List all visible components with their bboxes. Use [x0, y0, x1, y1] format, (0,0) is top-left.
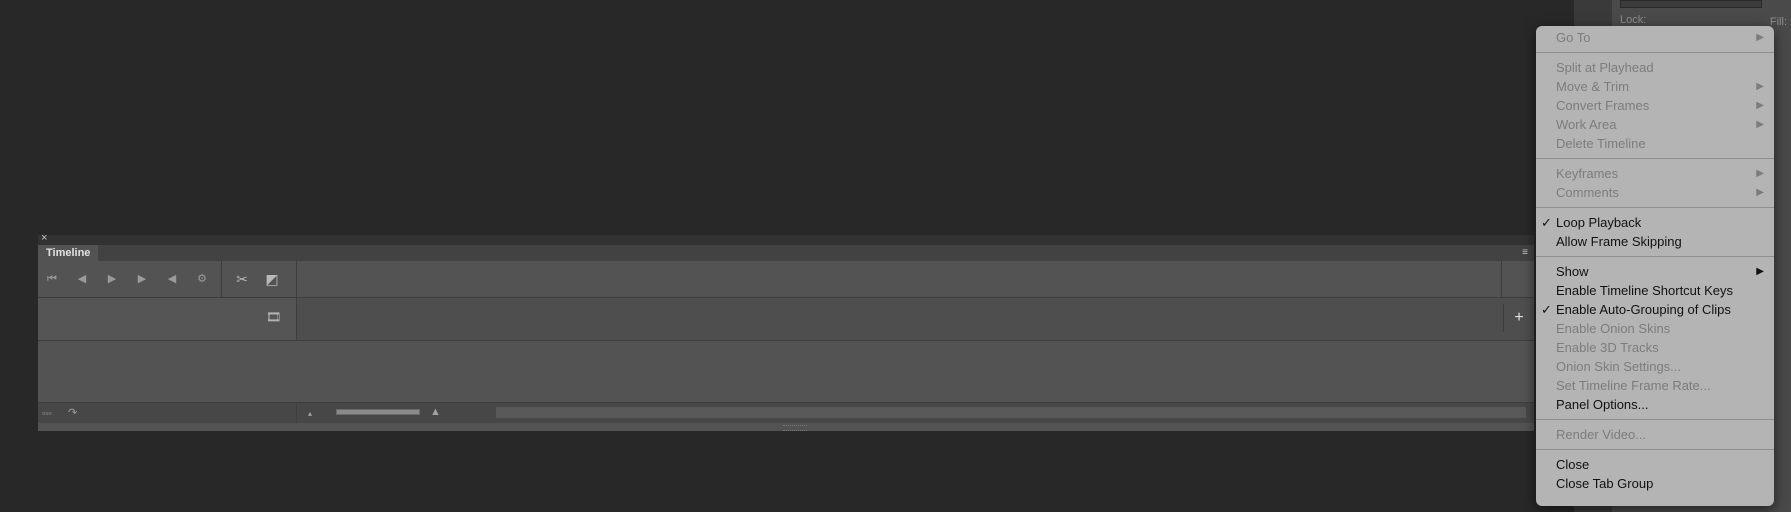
panel-topbar: × — [38, 232, 1534, 245]
menu-item-label: Enable 3D Tracks — [1556, 340, 1659, 355]
timeline-footer: ▫▫▫ ↷ ▴ ▲ — [38, 402, 1534, 423]
submenu-arrow-icon: ▶ — [1756, 100, 1764, 111]
scissors-icon[interactable]: ✂ — [234, 271, 250, 287]
menu-item-label: Close — [1556, 457, 1590, 472]
menu-item-enable-3d-tracks: Enable 3D Tracks — [1536, 338, 1774, 357]
menu-item-label: Delete Timeline — [1556, 136, 1646, 151]
add-media-button[interactable]: + — [1503, 304, 1534, 332]
menu-item-label: Go To — [1556, 30, 1591, 45]
first-frame-icon[interactable]: ⏮ — [44, 271, 60, 287]
checkmark-icon: ✓ — [1541, 302, 1552, 317]
checkmark-icon: ✓ — [1541, 215, 1552, 230]
menu-item-close-tab-group[interactable]: Close Tab Group — [1536, 474, 1774, 493]
lock-row: Lock: — [1620, 14, 1654, 26]
fill-label: Fill: — [1769, 16, 1787, 28]
menu-item-label: Onion Skin Settings... — [1556, 359, 1682, 374]
menu-item-allow-frame-skipping[interactable]: Allow Frame Skipping — [1536, 232, 1774, 251]
menu-item-label: Move & Trim — [1556, 79, 1629, 94]
next-frame-icon[interactable]: ▶ — [134, 271, 150, 287]
horizontal-scrollbar[interactable] — [496, 407, 1526, 418]
menu-item-work-area: Work Area ▶ — [1536, 115, 1774, 134]
menu-item-move-trim: Move & Trim ▶ — [1536, 77, 1774, 96]
lock-label: Lock: — [1620, 14, 1647, 26]
film-icon[interactable]: 🎞 — [266, 310, 281, 324]
menu-item-label: Allow Frame Skipping — [1556, 234, 1682, 249]
menu-item-label: Render Video... — [1556, 427, 1647, 442]
menu-item-loop-playback[interactable]: ✓ Loop Playback — [1536, 213, 1774, 232]
menu-item-keyframes: Keyframes ▶ — [1536, 164, 1774, 183]
menu-item-label: Panel Options... — [1556, 397, 1649, 412]
menu-item-label: Split at Playhead — [1556, 60, 1654, 75]
menu-item-enable-onion-skins: Enable Onion Skins — [1536, 319, 1774, 338]
menu-item-delete-timeline: Delete Timeline — [1536, 134, 1774, 153]
close-icon[interactable]: × — [41, 232, 47, 244]
menu-item-onion-skin-settings: Onion Skin Settings... — [1536, 357, 1774, 376]
menu-separator — [1536, 158, 1774, 159]
menu-item-close[interactable]: Close — [1536, 455, 1774, 474]
menu-item-render-video: Render Video... — [1536, 425, 1774, 444]
menu-item-comments: Comments ▶ — [1536, 183, 1774, 202]
menu-separator — [1536, 256, 1774, 257]
render-icon[interactable]: ↷ — [68, 406, 77, 419]
panel-field[interactable] — [1620, 0, 1762, 8]
menu-separator — [1536, 52, 1774, 53]
zoom-out-icon[interactable]: ▴ — [308, 409, 312, 418]
resize-grip[interactable] — [783, 425, 807, 431]
timeline-context-menu: Go To ▶ Split at Playhead Move & Trim ▶ Conve… — [1536, 26, 1774, 506]
menu-item-split-at-playhead: Split at Playhead — [1536, 58, 1774, 77]
zoom-slider[interactable] — [336, 409, 420, 415]
submenu-arrow-icon: ▶ — [1756, 81, 1764, 92]
audio-icon[interactable]: ◀ — [164, 271, 180, 287]
zoom-slider-thumb[interactable] — [337, 410, 419, 414]
submenu-arrow-icon: ▶ — [1756, 119, 1764, 130]
menu-item-show[interactable]: Show ▶ — [1536, 262, 1774, 281]
play-icon[interactable]: ▶ — [104, 271, 120, 287]
menu-separator — [1536, 449, 1774, 450]
menu-item-label: Keyframes — [1556, 166, 1619, 181]
menu-separator — [1536, 419, 1774, 420]
menu-item-label: Loop Playback — [1556, 215, 1642, 230]
menu-item-label: Convert Frames — [1556, 98, 1650, 113]
menu-item-enable-auto-grouping-of-clips[interactable]: ✓ Enable Auto-Grouping of Clips — [1536, 300, 1774, 319]
menu-item-label: Enable Auto-Grouping of Clips — [1556, 302, 1731, 317]
divider — [296, 261, 297, 297]
divider — [1501, 261, 1502, 297]
track-empty-area — [38, 341, 1534, 401]
submenu-arrow-icon: ▶ — [1756, 187, 1764, 198]
convert-frames-icon[interactable]: ▫▫▫ — [42, 408, 52, 418]
panel-menu-icon[interactable]: ≡ — [1522, 245, 1528, 261]
playback-controls: ⏮ ◀ ▶ ▶ ◀ ⚙ ✂ ◩ — [38, 261, 1534, 298]
timeline-panel: × Timeline ≡ ⏮ ◀ ▶ ▶ ◀ ⚙ ✂ ◩ 🎞 + ▫▫▫ ↷ ▴… — [38, 232, 1534, 431]
menu-item-set-timeline-frame-rate: Set Timeline Frame Rate... — [1536, 376, 1774, 395]
track-content[interactable]: + — [297, 298, 1534, 341]
divider — [296, 403, 297, 423]
zoom-in-icon[interactable]: ▲ — [430, 406, 441, 418]
menu-item-label: Comments — [1556, 185, 1619, 200]
track-header: 🎞 — [38, 298, 297, 341]
menu-item-enable-timeline-shortcut-keys[interactable]: Enable Timeline Shortcut Keys — [1536, 281, 1774, 300]
menu-item-panel-options[interactable]: Panel Options... — [1536, 395, 1774, 414]
menu-item-convert-frames: Convert Frames ▶ — [1536, 96, 1774, 115]
settings-icon[interactable]: ⚙ — [194, 271, 210, 287]
transition-icon[interactable]: ◩ — [264, 271, 280, 287]
tracks-area: 🎞 + — [38, 298, 1534, 408]
submenu-arrow-icon: ▶ — [1756, 168, 1764, 179]
tab-timeline[interactable]: Timeline — [38, 245, 99, 261]
menu-item-label: Set Timeline Frame Rate... — [1556, 378, 1711, 393]
menu-item-label: Work Area — [1556, 117, 1617, 132]
submenu-arrow-icon: ▶ — [1756, 266, 1764, 277]
menu-item-label: Enable Onion Skins — [1556, 321, 1671, 336]
divider — [221, 261, 222, 297]
menu-item-label: Enable Timeline Shortcut Keys — [1556, 283, 1734, 298]
menu-item-go-to: Go To ▶ — [1536, 28, 1774, 47]
menu-separator — [1536, 207, 1774, 208]
submenu-arrow-icon: ▶ — [1756, 32, 1764, 43]
menu-item-label: Close Tab Group — [1556, 476, 1654, 491]
prev-frame-icon[interactable]: ◀ — [74, 271, 90, 287]
tab-row: Timeline ≡ — [38, 245, 1534, 261]
menu-item-label: Show — [1556, 264, 1589, 279]
